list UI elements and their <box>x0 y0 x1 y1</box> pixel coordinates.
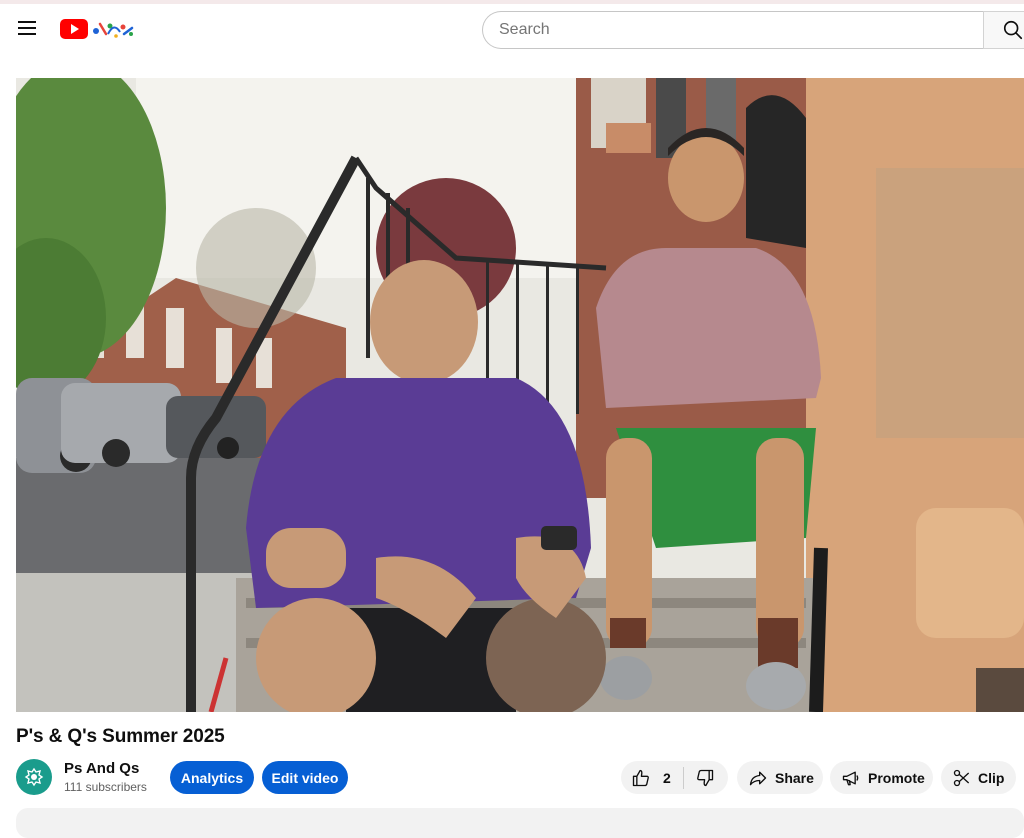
like-count: 2 <box>663 769 671 786</box>
subscriber-count: 111 subscribers <box>64 780 147 794</box>
channel-avatar[interactable] <box>16 759 52 795</box>
doodle-logo-icon <box>93 22 134 38</box>
channel-name[interactable]: Ps And Qs <box>64 759 147 779</box>
youtube-play-icon <box>60 19 88 39</box>
megaphone-icon <box>842 771 859 785</box>
thumbs-down-icon <box>697 769 714 786</box>
promote-label: Promote <box>868 769 925 786</box>
search-input[interactable] <box>499 21 959 39</box>
description-box[interactable] <box>16 808 1024 838</box>
thumbs-up-icon <box>632 769 649 786</box>
like-button[interactable]: 2 <box>621 768 683 788</box>
dislike-button[interactable] <box>684 768 715 788</box>
promote-button[interactable]: Promote <box>830 761 933 794</box>
search-icon <box>1003 20 1023 40</box>
edit-video-button[interactable]: Edit video <box>262 761 348 794</box>
search-button[interactable] <box>983 11 1024 49</box>
share-label: Share <box>775 769 814 786</box>
channel-avatar-logo <box>24 767 44 787</box>
clip-label: Clip <box>978 769 1005 786</box>
share-arrow-icon <box>749 771 767 785</box>
video-title: P's & Q's Summer 2025 <box>16 726 225 747</box>
channel-owner: Ps And Qs 111 subscribers <box>16 758 147 796</box>
search-box <box>482 11 984 49</box>
video-frame <box>16 78 1024 712</box>
masthead <box>0 4 1024 56</box>
hamburger-menu-icon[interactable] <box>10 11 44 45</box>
video-player[interactable] <box>16 78 1024 712</box>
youtube-logo[interactable] <box>60 18 136 40</box>
scissors-icon <box>953 769 970 786</box>
share-button[interactable]: Share <box>737 761 823 794</box>
analytics-button[interactable]: Analytics <box>170 761 254 794</box>
clip-button[interactable]: Clip <box>941 761 1016 794</box>
like-dislike-segment: 2 <box>621 761 728 794</box>
